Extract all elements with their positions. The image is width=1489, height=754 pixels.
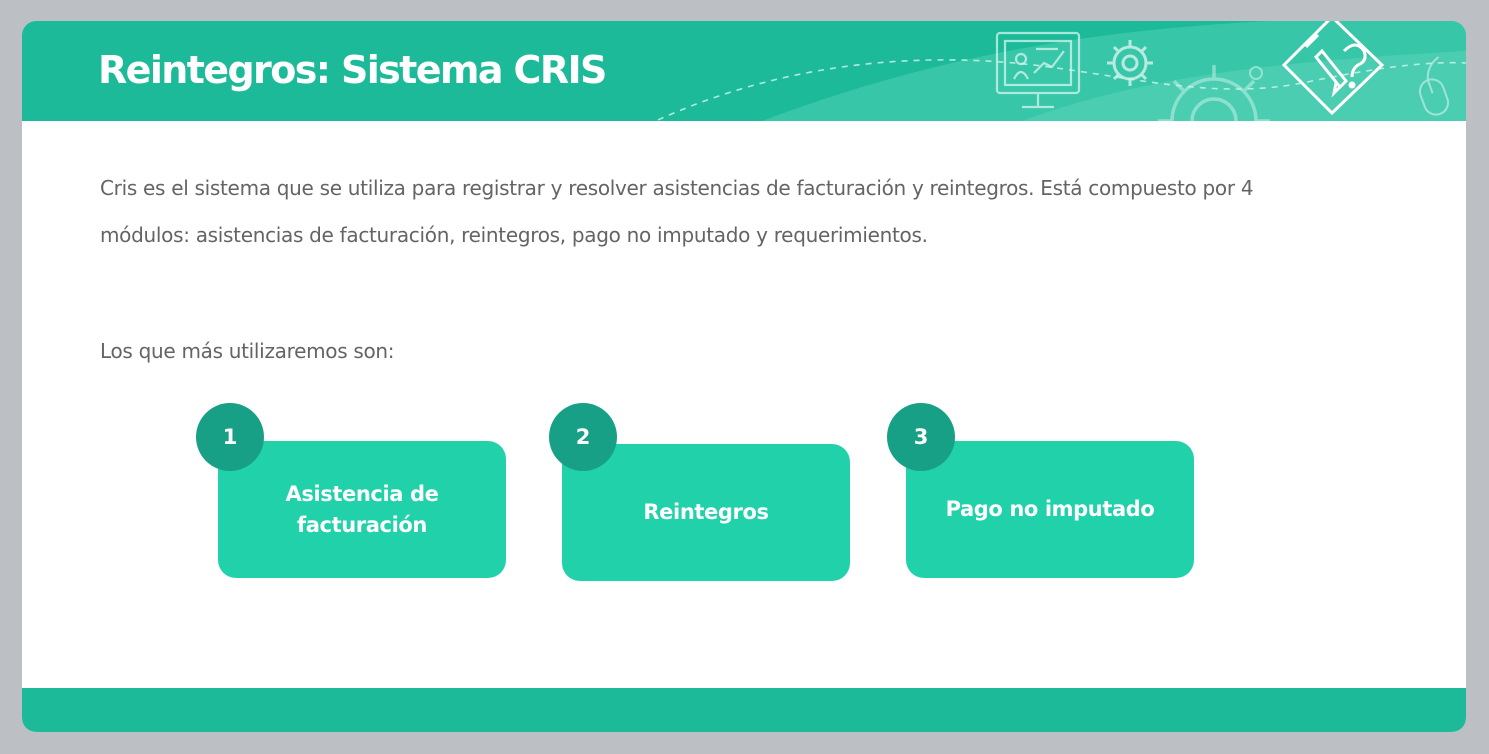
module-label: Pago no imputado: [945, 497, 1155, 521]
module-card-asistencia[interactable]: Asistencia de facturación: [218, 441, 506, 578]
footer-bar: [22, 688, 1466, 732]
module-label: Reintegros: [643, 500, 769, 524]
module-number-badge: 3: [887, 403, 955, 471]
module-number-badge: 2: [549, 403, 617, 471]
modules-subheading: Los que más utilizaremos son:: [100, 339, 395, 363]
page-title: Reintegros: Sistema CRIS: [98, 48, 607, 92]
module-card-reintegros[interactable]: Reintegros: [562, 444, 850, 581]
module-number-badge: 1: [196, 403, 264, 471]
slide-card: Reintegros: Sistema CRIS Cris es el sist…: [22, 21, 1466, 732]
module-label: Asistencia de facturación: [285, 481, 439, 537]
intro-paragraph: Cris es el sistema que se utiliza para r…: [100, 176, 1254, 247]
header-banner: Reintegros: Sistema CRIS: [22, 21, 1466, 121]
module-card-pago-no-imputado[interactable]: Pago no imputado: [906, 441, 1194, 578]
